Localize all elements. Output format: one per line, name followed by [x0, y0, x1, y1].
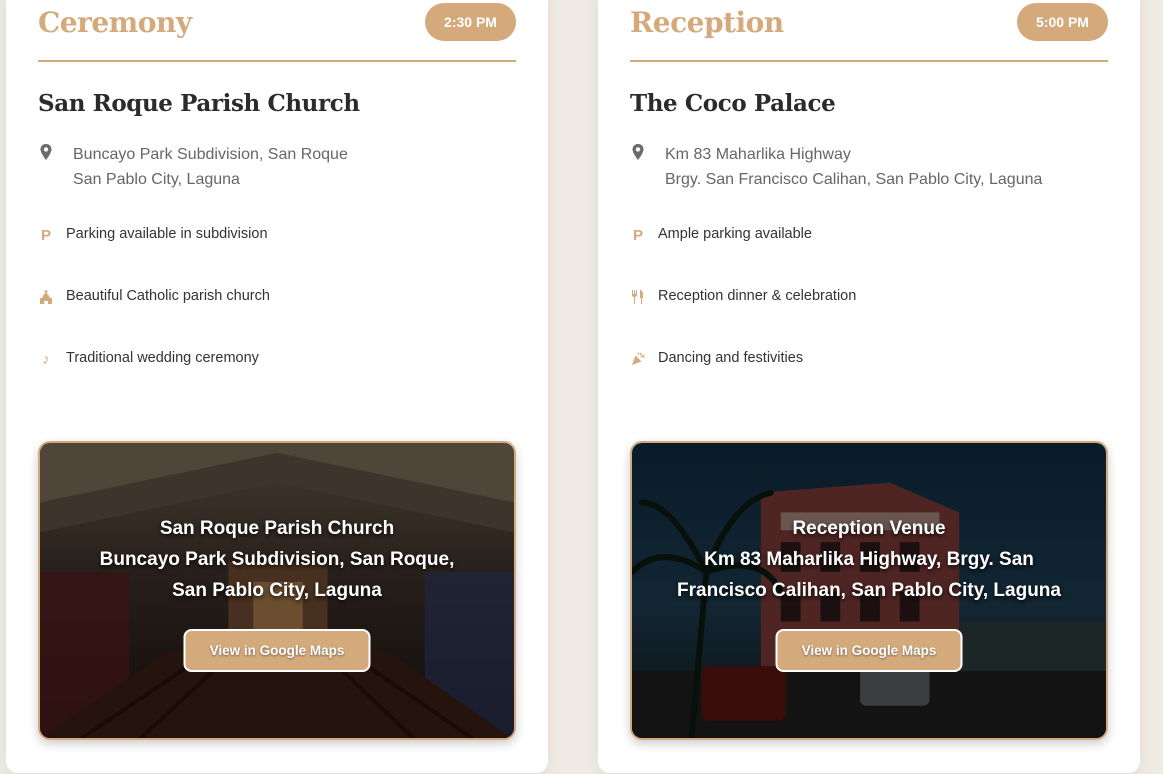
party-popper-icon	[630, 351, 646, 367]
reception-title: Reception	[630, 6, 784, 39]
feature-label: Traditional wedding ceremony	[66, 350, 259, 366]
ceremony-card: Ceremony 2:30 PM San Roque Parish Church…	[6, 0, 548, 773]
ceremony-map-caption: San Roque Parish Church Buncayo Park Sub…	[50, 513, 504, 606]
reception-map-card: Reception Venue Km 83 Maharlika Highway,…	[630, 441, 1108, 740]
feature-label: Dancing and festivities	[658, 350, 804, 366]
map-pin-icon	[40, 144, 52, 160]
address-line: Buncayo Park Subdivision, San Roque	[73, 146, 348, 163]
feature-item: Reception dinner & celebration	[630, 285, 1108, 347]
map-caption-line: Km 83 Maharlika Highway, Brgy. San	[704, 549, 1034, 570]
map-caption-line: San Pablo City, Laguna	[172, 580, 382, 601]
feature-item: Beautiful Catholic parish church	[38, 285, 516, 347]
feature-label: Ample parking available	[658, 226, 812, 242]
reception-features: P Ample parking available Reception dinn…	[630, 223, 1108, 409]
parking-icon: P	[632, 226, 643, 244]
music-note-icon: ♪	[42, 350, 50, 368]
reception-header: Reception 5:00 PM	[630, 0, 1108, 62]
church-icon	[38, 289, 54, 305]
map-caption-line: Francisco Calihan, San Pablo City, Lagun…	[677, 580, 1061, 601]
reception-card: Reception 5:00 PM The Coco Palace Km 83 …	[598, 0, 1140, 773]
map-caption-line: Buncayo Park Subdivision, San Roque,	[99, 549, 455, 570]
feature-label: Parking available in subdivision	[66, 226, 268, 242]
ceremony-venue-name: San Roque Parish Church	[38, 90, 360, 117]
feature-label: Beautiful Catholic parish church	[66, 288, 270, 304]
ceremony-view-in-google-maps-button[interactable]: View in Google Maps	[183, 629, 371, 672]
ceremony-header: Ceremony 2:30 PM	[38, 0, 516, 62]
address-line: San Pablo City, Laguna	[73, 171, 240, 188]
map-pin-icon	[632, 144, 644, 160]
ceremony-title: Ceremony	[38, 6, 192, 39]
reception-view-in-google-maps-button[interactable]: View in Google Maps	[775, 629, 963, 672]
ceremony-time-badge: 2:30 PM	[425, 3, 516, 41]
reception-time-badge: 5:00 PM	[1017, 3, 1108, 41]
reception-map-caption: Reception Venue Km 83 Maharlika Highway,…	[642, 513, 1096, 606]
reception-venue-name: The Coco Palace	[630, 90, 836, 117]
parking-icon: P	[40, 226, 51, 244]
map-caption-line: San Roque Parish Church	[159, 518, 395, 539]
address-line: Brgy. San Francisco Calihan, San Pablo C…	[665, 171, 1043, 188]
feature-label: Reception dinner & celebration	[658, 288, 857, 304]
feature-item: Dancing and festivities	[630, 347, 1108, 409]
utensils-icon	[630, 289, 646, 305]
feature-item: P Ample parking available	[630, 223, 1108, 285]
ceremony-features: P Parking available in subdivision Beaut…	[38, 223, 516, 409]
feature-item: P Parking available in subdivision	[38, 223, 516, 285]
address-line: Km 83 Maharlika Highway	[665, 146, 851, 163]
feature-item: ♪ Traditional wedding ceremony	[38, 347, 516, 409]
map-caption-line: Reception Venue	[792, 518, 946, 539]
ceremony-map-card: San Roque Parish Church Buncayo Park Sub…	[38, 441, 516, 740]
